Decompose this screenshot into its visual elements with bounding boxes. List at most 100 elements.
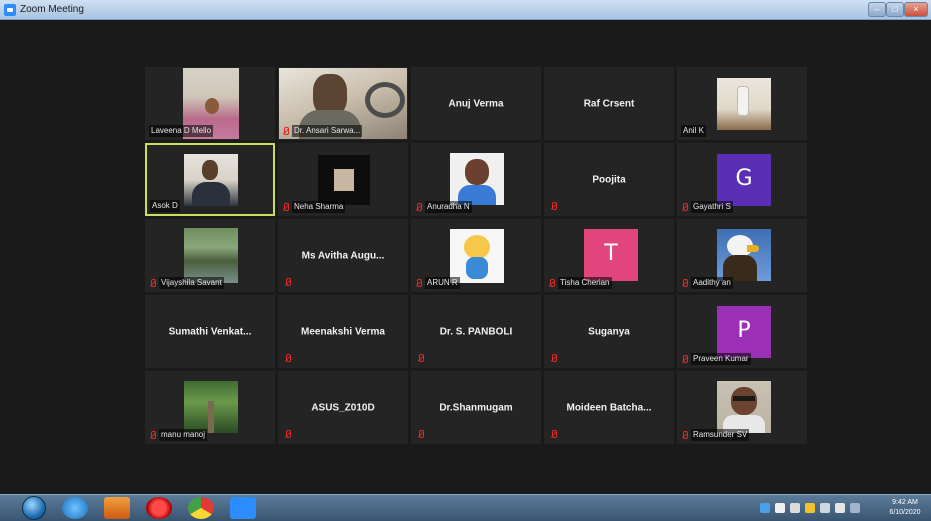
participant-photo: [717, 78, 771, 130]
avatar-letter: P: [737, 318, 751, 343]
participant-name-label: Vijayshila Savant: [149, 277, 224, 289]
opera-icon[interactable]: [146, 497, 172, 519]
participant-name: Dr. S. PANBOLI: [439, 326, 513, 337]
participant-name-label: Praveen Kumar: [681, 353, 751, 365]
participant-photo: [717, 381, 771, 433]
flag-icon[interactable]: [775, 503, 785, 513]
participant-photo: [184, 228, 238, 283]
participant-tile[interactable]: Anuradha N: [411, 143, 541, 216]
participant-tile[interactable]: Meenakshi Verma: [278, 295, 408, 368]
avatar: G: [717, 154, 771, 206]
window-title: Zoom Meeting: [20, 4, 84, 15]
participant-name-label: Neha Sharma: [282, 201, 346, 213]
media-player-icon[interactable]: [104, 497, 130, 519]
muted-mic-icon: [681, 202, 689, 212]
muted-mic-icon: [284, 354, 292, 363]
action-center-icon[interactable]: [805, 503, 815, 513]
participant-name-label: Gayathri S: [681, 201, 733, 213]
participant-tile[interactable]: Dr.Shanmugam: [411, 371, 541, 444]
muted-mic-icon: [550, 202, 558, 211]
window-titlebar: Zoom Meeting – □ ×: [0, 0, 931, 20]
avatar: T: [584, 229, 638, 281]
network-icon[interactable]: [760, 503, 770, 513]
minimize-button[interactable]: –: [868, 2, 886, 17]
participant-tile[interactable]: Anuj Verma: [411, 67, 541, 140]
participant-name: Poojita: [592, 174, 626, 185]
muted-mic-icon: [282, 126, 290, 136]
zoom-taskbar-icon[interactable]: [230, 497, 256, 519]
participant-name-label: Asok D: [150, 200, 180, 212]
muted-mic-icon: [149, 430, 157, 440]
participant-tile[interactable]: Suganya: [544, 295, 674, 368]
participant-name: Ms Avitha Augu...: [301, 250, 385, 261]
participant-tile[interactable]: Sumathi Venkat...: [145, 295, 275, 368]
participant-tile[interactable]: Raf Crsent: [544, 67, 674, 140]
muted-mic-icon: [681, 430, 689, 440]
participant-tile[interactable]: Laveena D Mello: [145, 67, 275, 140]
close-button[interactable]: ×: [904, 2, 928, 17]
muted-mic-icon: [415, 202, 423, 212]
participant-tile[interactable]: ASUS_Z010D: [278, 371, 408, 444]
maximize-button[interactable]: □: [886, 2, 904, 17]
participant-tile[interactable]: Ms Avitha Augu...: [278, 219, 408, 292]
avatar-letter: G: [735, 166, 753, 191]
participant-tile[interactable]: Anil K: [677, 67, 807, 140]
muted-mic-icon: [417, 354, 425, 363]
participant-tile-active-speaker[interactable]: Asok D: [145, 143, 275, 216]
zoom-app-icon: [4, 4, 16, 16]
participant-tile[interactable]: Ramsunder SV: [677, 371, 807, 444]
participant-tile[interactable]: Aadithy an: [677, 219, 807, 292]
participant-video: [318, 155, 370, 205]
participant-tile[interactable]: Neha Sharma: [278, 143, 408, 216]
participant-photo: [450, 153, 504, 205]
muted-mic-icon: [550, 354, 558, 363]
muted-mic-icon: [681, 278, 689, 288]
show-desktop-icon[interactable]: [850, 503, 860, 513]
participant-name: Anuj Verma: [448, 98, 504, 109]
participant-name-label: Tisha Cherian: [548, 277, 612, 289]
volume-icon[interactable]: [835, 503, 845, 513]
participant-tile[interactable]: ARUN R: [411, 219, 541, 292]
avatar-letter: T: [604, 241, 618, 266]
muted-mic-icon: [681, 354, 689, 364]
participant-tile[interactable]: Poojita: [544, 143, 674, 216]
internet-explorer-icon[interactable]: [62, 497, 88, 519]
participant-name-label: Dr. Ansari Sarwa...: [282, 125, 363, 137]
signal-icon[interactable]: [790, 503, 800, 513]
participant-name: Suganya: [588, 326, 630, 337]
muted-mic-icon: [417, 430, 425, 439]
participant-tile[interactable]: Dr. Ansari Sarwa...: [278, 67, 408, 140]
avatar: P: [717, 306, 771, 358]
participant-photo: [450, 229, 504, 283]
participant-name-label: manu manoj: [149, 429, 208, 441]
participant-name: ASUS_Z010D: [311, 402, 375, 413]
participant-name-label: Anuradha N: [415, 201, 472, 213]
muted-mic-icon: [415, 278, 423, 288]
windows-taskbar: 9:42 AM 6/10/2020: [0, 494, 931, 521]
participant-tile[interactable]: G Gayathri S: [677, 143, 807, 216]
start-button[interactable]: [22, 496, 46, 520]
chrome-icon[interactable]: [188, 497, 214, 519]
participant-video: [184, 154, 238, 206]
participant-tile[interactable]: T Tisha Cherian: [544, 219, 674, 292]
muted-mic-icon: [284, 430, 292, 439]
taskbar-clock[interactable]: 9:42 AM 6/10/2020: [882, 498, 928, 518]
participant-tile[interactable]: Dr. S. PANBOLI: [411, 295, 541, 368]
clock-time: 9:42 AM: [892, 499, 918, 506]
muted-mic-icon: [548, 278, 556, 288]
participant-tile[interactable]: P Praveen Kumar: [677, 295, 807, 368]
participant-tile[interactable]: manu manoj: [145, 371, 275, 444]
participant-photo: [184, 381, 238, 433]
muted-mic-icon: [284, 278, 292, 287]
participant-name: Sumathi Venkat...: [168, 326, 252, 337]
participant-tile[interactable]: Moideen Batcha...: [544, 371, 674, 444]
participant-name-label: ARUN R: [415, 277, 460, 289]
participant-tile[interactable]: Vijayshila Savant: [145, 219, 275, 292]
participant-name: Dr.Shanmugam: [439, 402, 513, 413]
participant-name-label: Anil K: [681, 125, 706, 137]
system-tray: [760, 500, 860, 516]
participant-name: Raf Crsent: [583, 98, 635, 109]
gallery-view: Laveena D Mello Dr. Ansari Sarwa... Anuj…: [0, 20, 931, 494]
muted-mic-icon: [550, 430, 558, 439]
wifi-icon[interactable]: [820, 503, 830, 513]
